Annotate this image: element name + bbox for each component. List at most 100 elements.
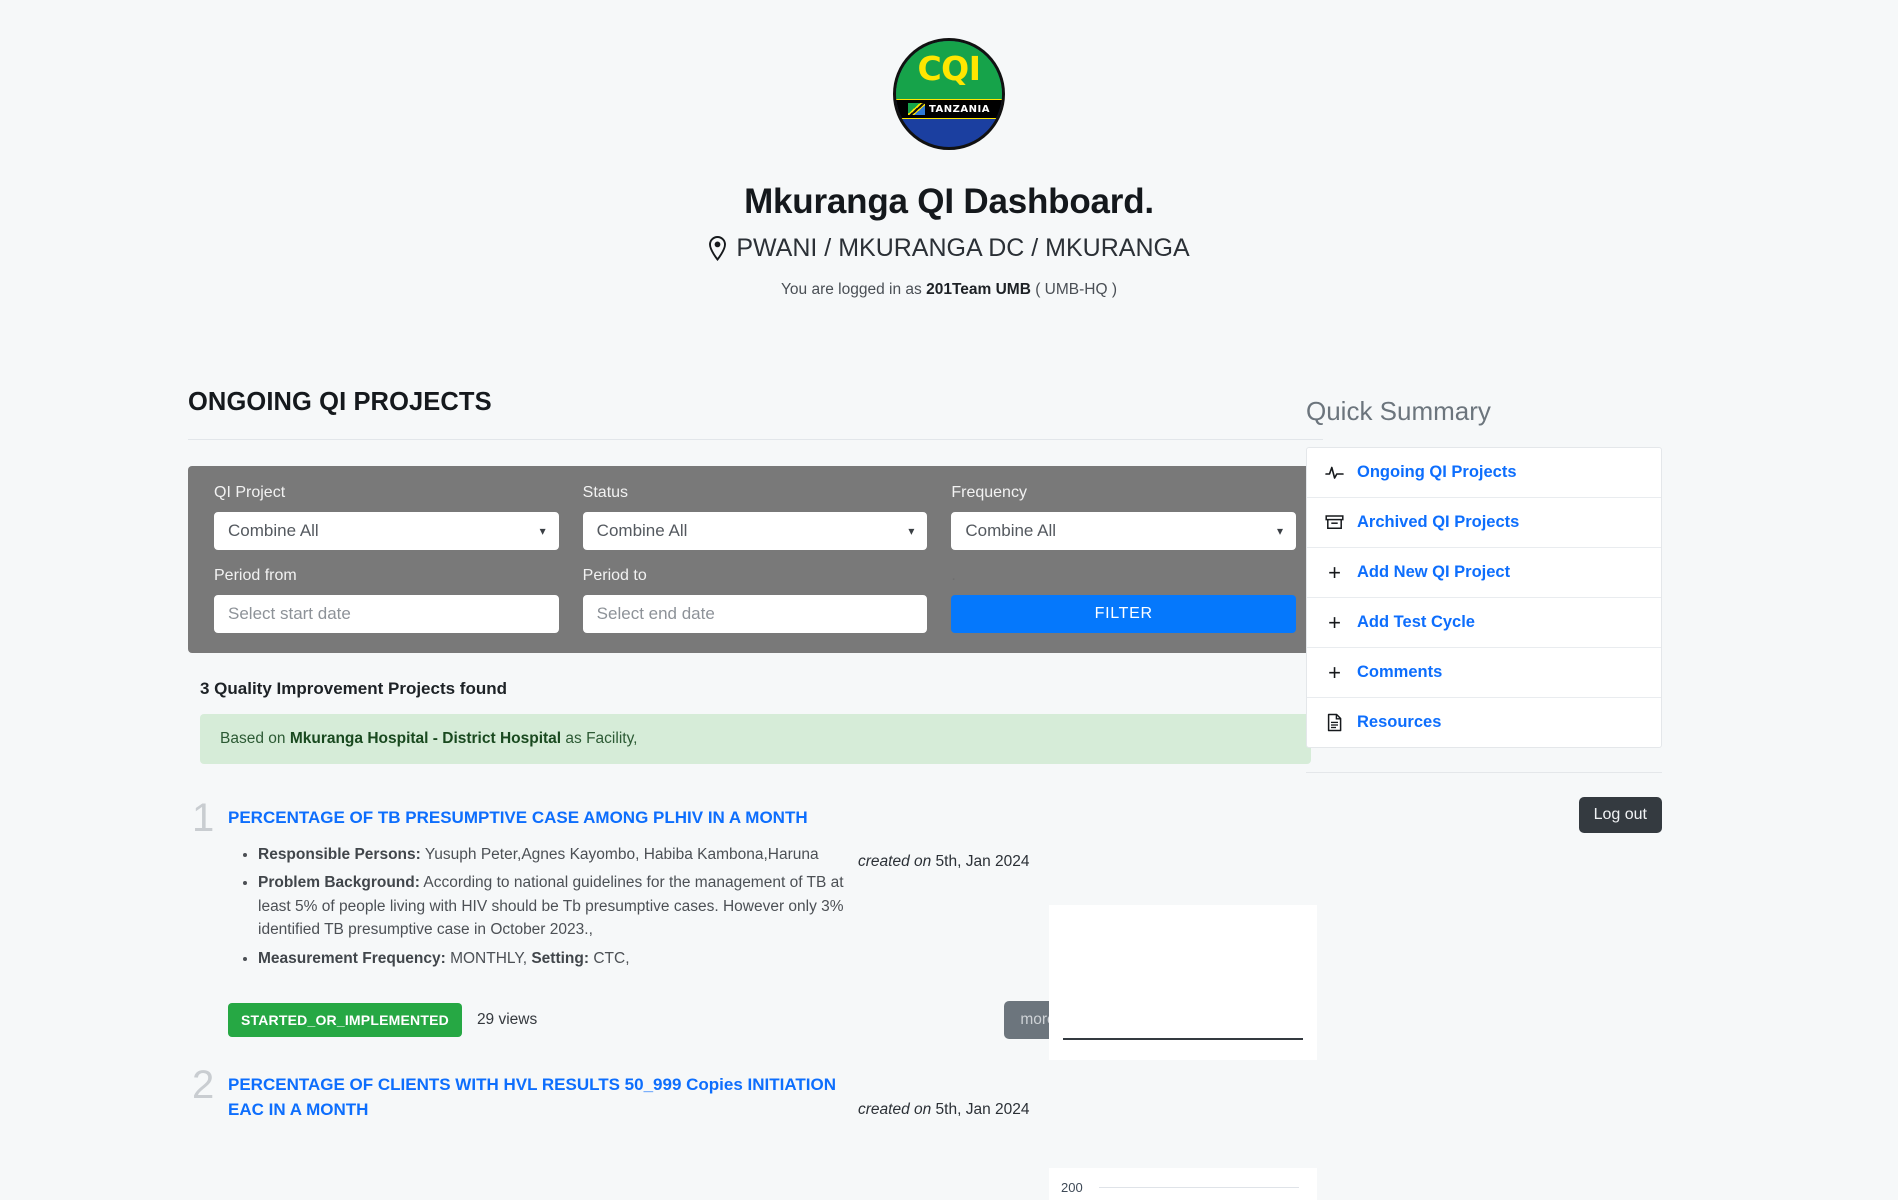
sidebar-item-label: Add New QI Project bbox=[1357, 563, 1511, 581]
page-header: CQI TANZANIA Mkuranga QI Dashboard. PWAN… bbox=[0, 0, 1898, 299]
status-select[interactable]: Combine All ▾ bbox=[582, 512, 928, 550]
project-1-chart-thumbnail[interactable] bbox=[1049, 905, 1317, 1060]
chart-gridline bbox=[1099, 1187, 1299, 1188]
page-title: Mkuranga QI Dashboard. bbox=[744, 182, 1154, 221]
sidebar-item-label: Resources bbox=[1357, 713, 1442, 731]
problem-background-label: Problem Background: bbox=[258, 874, 420, 892]
project-item-2: 2 PERCENTAGE OF CLIENTS WITH HVL RESULTS… bbox=[188, 1065, 1140, 1122]
project-body: Responsible Persons: Yusuph Peter,Agnes … bbox=[228, 831, 1140, 976]
dashboard-page: CQI TANZANIA Mkuranga QI Dashboard. PWAN… bbox=[0, 0, 1898, 1200]
period-from-input[interactable]: Select start date bbox=[214, 595, 559, 633]
project-details: PERCENTAGE OF CLIENTS WITH HVL RESULTS 5… bbox=[228, 1073, 858, 1122]
filter-field-qi-project: QI Project Combine All ▾ bbox=[202, 484, 571, 550]
document-icon bbox=[1325, 713, 1344, 732]
measurement-frequency-row: Measurement Frequency: MONTHLY, Setting:… bbox=[258, 947, 858, 971]
project-footer: STARTED_OR_IMPLEMENTED 29 views more det… bbox=[228, 1001, 1138, 1040]
project-created-info: created on 5th, Jan 2024 bbox=[858, 831, 1058, 976]
sidebar-item-resources[interactable]: Resources bbox=[1307, 698, 1661, 747]
tanzania-flag-icon bbox=[908, 103, 925, 116]
project-meta-list: Responsible Persons: Yusuph Peter,Agnes … bbox=[228, 843, 858, 971]
created-on-label: created on bbox=[858, 852, 932, 870]
logged-suffix: ( UMB-HQ ) bbox=[1030, 281, 1117, 298]
created-on-date: 5th, Jan 2024 bbox=[931, 1101, 1030, 1119]
status-label: Status bbox=[582, 484, 629, 501]
status-badge: STARTED_OR_IMPLEMENTED bbox=[228, 1003, 462, 1038]
logo-brand-text: CQI bbox=[917, 49, 981, 88]
main-content: ONGOING QI PROJECTS QI Project Combine A… bbox=[0, 388, 1898, 1123]
quick-summary-list: Ongoing QI Projects Archived QI Projects… bbox=[1306, 447, 1662, 748]
project-title-link[interactable]: PERCENTAGE OF CLIENTS WITH HVL RESULTS 5… bbox=[228, 1073, 858, 1122]
projects-column: ONGOING QI PROJECTS QI Project Combine A… bbox=[0, 388, 1323, 1123]
sidebar-item-comments[interactable]: + Comments bbox=[1307, 648, 1661, 698]
project-number: 2 bbox=[192, 1063, 215, 1108]
project-created-info: created on 5th, Jan 2024 bbox=[858, 1073, 1058, 1122]
project-details: Responsible Persons: Yusuph Peter,Agnes … bbox=[228, 831, 858, 976]
setting-label: Setting: bbox=[531, 949, 590, 967]
sidebar-item-label: Comments bbox=[1357, 663, 1443, 681]
project-number: 1 bbox=[192, 796, 215, 840]
logo-country-text: TANZANIA bbox=[929, 103, 990, 115]
responsible-persons-row: Responsible Persons: Yusuph Peter,Agnes … bbox=[258, 843, 858, 867]
project-header: PERCENTAGE OF TB PRESUMPTIVE CASE AMONG … bbox=[228, 806, 1140, 831]
sidebar-divider bbox=[1306, 772, 1662, 773]
status-value: Combine All bbox=[596, 521, 688, 540]
plus-icon: + bbox=[1328, 659, 1341, 685]
logged-username: 201Team UMB bbox=[926, 281, 1031, 298]
sidebar-item-label: Archived QI Projects bbox=[1357, 513, 1520, 531]
chevron-down-icon: ▾ bbox=[539, 524, 546, 538]
period-to-label: Period to bbox=[582, 567, 647, 584]
created-on-label: created on bbox=[858, 1101, 932, 1119]
responsible-persons-value: Yusuph Peter,Agnes Kayombo, Habiba Kambo… bbox=[420, 845, 819, 863]
chart-x-axis-line bbox=[1063, 1038, 1303, 1040]
map-pin-icon bbox=[708, 236, 727, 261]
measurement-frequency-value: MONTHLY, bbox=[445, 949, 532, 967]
responsible-persons-label: Responsible Persons: bbox=[258, 845, 421, 863]
period-from-label: Period from bbox=[214, 567, 297, 584]
qi-project-select[interactable]: Combine All ▾ bbox=[214, 512, 559, 550]
plus-icon: + bbox=[1328, 609, 1341, 635]
cqi-tanzania-logo: CQI TANZANIA bbox=[893, 38, 1005, 150]
chevron-down-icon: ▾ bbox=[908, 524, 915, 538]
sidebar-item-archived-qi-projects[interactable]: Archived QI Projects bbox=[1307, 498, 1661, 548]
plus-icon: + bbox=[1328, 559, 1341, 585]
logout-button[interactable]: Log out bbox=[1578, 797, 1662, 833]
project-body: PERCENTAGE OF CLIENTS WITH HVL RESULTS 5… bbox=[228, 1073, 1140, 1122]
sidebar-item-label: Ongoing QI Projects bbox=[1357, 463, 1517, 481]
sidebar-item-label: Add Test Cycle bbox=[1357, 613, 1475, 631]
logged-prefix: You are logged in as bbox=[781, 281, 927, 298]
frequency-select[interactable]: Combine All ▾ bbox=[951, 512, 1297, 550]
section-heading: ONGOING QI PROJECTS bbox=[188, 388, 492, 416]
project-title-link[interactable]: PERCENTAGE OF TB PRESUMPTIVE CASE AMONG … bbox=[228, 806, 808, 831]
activity-icon bbox=[1325, 463, 1344, 482]
sidebar-item-add-new-qi-project[interactable]: + Add New QI Project bbox=[1307, 548, 1661, 598]
setting-value: CTC, bbox=[589, 949, 630, 967]
chevron-down-icon: ▾ bbox=[1276, 524, 1284, 538]
archive-icon bbox=[1325, 513, 1344, 532]
alert-facility: Mkuranga Hospital - District Hospital bbox=[289, 730, 562, 747]
qi-project-value: Combine All bbox=[228, 521, 319, 540]
logged-in-status: You are logged in as 201Team UMB ( UMB-H… bbox=[0, 281, 1898, 299]
measurement-frequency-label: Measurement Frequency: bbox=[258, 949, 446, 967]
views-count: 29 views bbox=[476, 1011, 538, 1029]
logo-country-band: TANZANIA bbox=[896, 99, 1002, 120]
sidebar-item-ongoing-qi-projects[interactable]: Ongoing QI Projects bbox=[1307, 448, 1661, 498]
sidebar-item-add-test-cycle[interactable]: + Add Test Cycle bbox=[1307, 598, 1661, 648]
logout-container: Log out bbox=[1306, 797, 1662, 833]
chart-y-tick-label: 200 bbox=[1061, 1180, 1083, 1195]
results-count: 3 Quality Improvement Projects found bbox=[200, 679, 508, 698]
project-2-chart-thumbnail[interactable]: 200 bbox=[1049, 1168, 1317, 1200]
project-item-1: 1 PERCENTAGE OF TB PRESUMPTIVE CASE AMON… bbox=[188, 798, 1140, 1040]
breadcrumb-location: PWANI / MKURANGA DC / MKURANGA bbox=[0, 234, 1898, 263]
frequency-value: Combine All bbox=[965, 521, 1057, 540]
filter-field-period-to: Period to Select end date bbox=[571, 567, 940, 633]
alert-suffix: as Facility, bbox=[561, 730, 638, 747]
created-on-date: 5th, Jan 2024 bbox=[931, 852, 1030, 870]
filter-field-period-from: Period from Select start date bbox=[202, 567, 571, 633]
alert-prefix: Based on bbox=[220, 730, 290, 747]
sidebar-title: Quick Summary bbox=[1306, 396, 1491, 426]
filter-field-status: Status Combine All ▾ bbox=[571, 484, 940, 550]
period-to-input[interactable]: Select end date bbox=[582, 595, 928, 633]
problem-background-row: Problem Background: According to nationa… bbox=[258, 871, 858, 942]
location-text: PWANI / MKURANGA DC / MKURANGA bbox=[736, 234, 1190, 262]
qi-project-label: QI Project bbox=[214, 484, 286, 501]
